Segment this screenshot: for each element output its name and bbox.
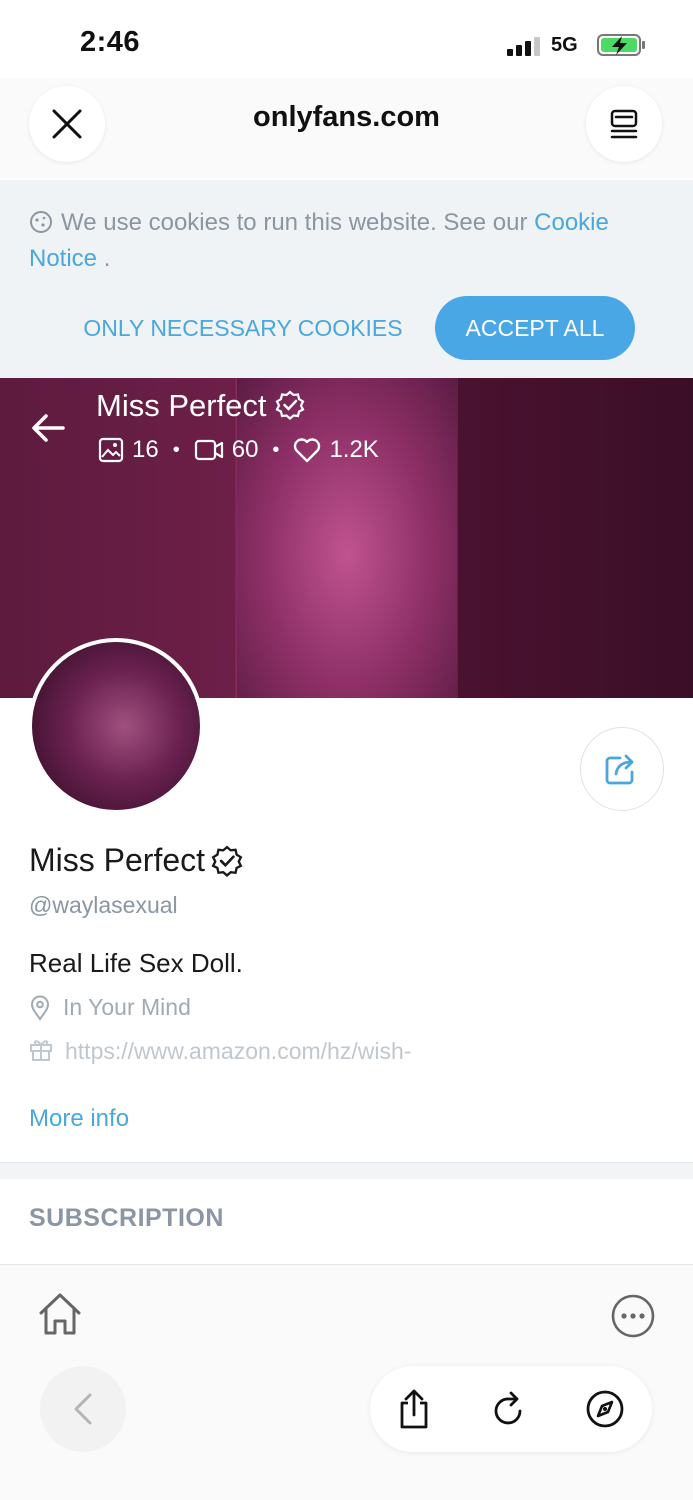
status-time: 2:46 bbox=[80, 26, 141, 58]
videos-count: 60 bbox=[231, 436, 259, 463]
location-pin-icon bbox=[30, 995, 50, 1021]
share-icon bbox=[605, 754, 634, 785]
profile-location: In Your Mind bbox=[29, 994, 191, 1021]
stats-dot-2: • bbox=[272, 438, 280, 461]
arrow-left-icon bbox=[32, 414, 65, 442]
stats-dot: • bbox=[172, 438, 180, 461]
image-icon bbox=[98, 437, 124, 463]
reader-menu-button[interactable] bbox=[586, 86, 662, 162]
signal-icon bbox=[507, 37, 540, 56]
avatar[interactable] bbox=[28, 638, 204, 814]
browser-back-button[interactable] bbox=[40, 1366, 126, 1452]
page-menu-icon bbox=[610, 109, 638, 139]
profile-name-row: Miss Perfect bbox=[29, 842, 243, 879]
verified-badge-icon bbox=[211, 845, 243, 877]
location-text: In Your Mind bbox=[63, 994, 191, 1020]
video-icon bbox=[194, 439, 223, 461]
cover-title: Miss Perfect bbox=[96, 388, 305, 424]
more-info-link[interactable]: More info bbox=[29, 1105, 129, 1133]
compass-icon bbox=[586, 1390, 624, 1428]
subscription-heading: SUBSCRIPTION bbox=[29, 1204, 224, 1232]
back-button[interactable] bbox=[28, 408, 68, 448]
cookie-text: We use cookies to run this website. See … bbox=[29, 205, 659, 277]
more-horizontal-icon bbox=[611, 1294, 655, 1338]
reload-button[interactable] bbox=[485, 1384, 533, 1434]
photos-count: 16 bbox=[132, 436, 159, 463]
battery-charging-icon bbox=[597, 34, 645, 56]
only-necessary-cookies-button[interactable]: ONLY NECESSARY COOKIES bbox=[70, 298, 416, 358]
safari-compass-button[interactable] bbox=[581, 1384, 629, 1434]
cookie-suffix: . bbox=[97, 245, 111, 272]
cover-photo-center bbox=[237, 378, 457, 698]
section-divider bbox=[0, 1162, 693, 1179]
text-fade bbox=[0, 1066, 693, 1090]
more-options-button[interactable] bbox=[608, 1291, 658, 1341]
chevron-left-icon bbox=[74, 1393, 92, 1425]
cover-stats: 16 • 60 • 1.2K bbox=[98, 436, 379, 464]
heart-icon bbox=[294, 438, 321, 463]
cover-name: Miss Perfect bbox=[96, 388, 267, 423]
accept-all-button[interactable]: ACCEPT ALL bbox=[435, 296, 635, 360]
likes-count: 1.2K bbox=[329, 436, 379, 463]
gift-icon bbox=[30, 1040, 52, 1061]
cookie-notice-link[interactable]: Cookie bbox=[534, 209, 609, 236]
profile-bio: Real Life Sex Doll. bbox=[29, 948, 243, 978]
share-profile-button[interactable] bbox=[580, 727, 664, 811]
cookie-icon bbox=[30, 211, 52, 233]
home-button[interactable] bbox=[34, 1288, 86, 1340]
reload-icon bbox=[494, 1391, 522, 1425]
home-icon bbox=[39, 1293, 81, 1335]
verified-badge-icon bbox=[275, 390, 305, 420]
network-label: 5G bbox=[551, 34, 578, 56]
profile-handle: @waylasexual bbox=[29, 892, 178, 918]
cookie-notice-link-2[interactable]: Notice bbox=[29, 245, 97, 272]
share-button[interactable] bbox=[390, 1384, 438, 1434]
profile-name: Miss Perfect bbox=[29, 842, 206, 878]
share-upload-icon bbox=[400, 1389, 428, 1429]
cookie-message: We use cookies to run this website. See … bbox=[61, 209, 535, 236]
